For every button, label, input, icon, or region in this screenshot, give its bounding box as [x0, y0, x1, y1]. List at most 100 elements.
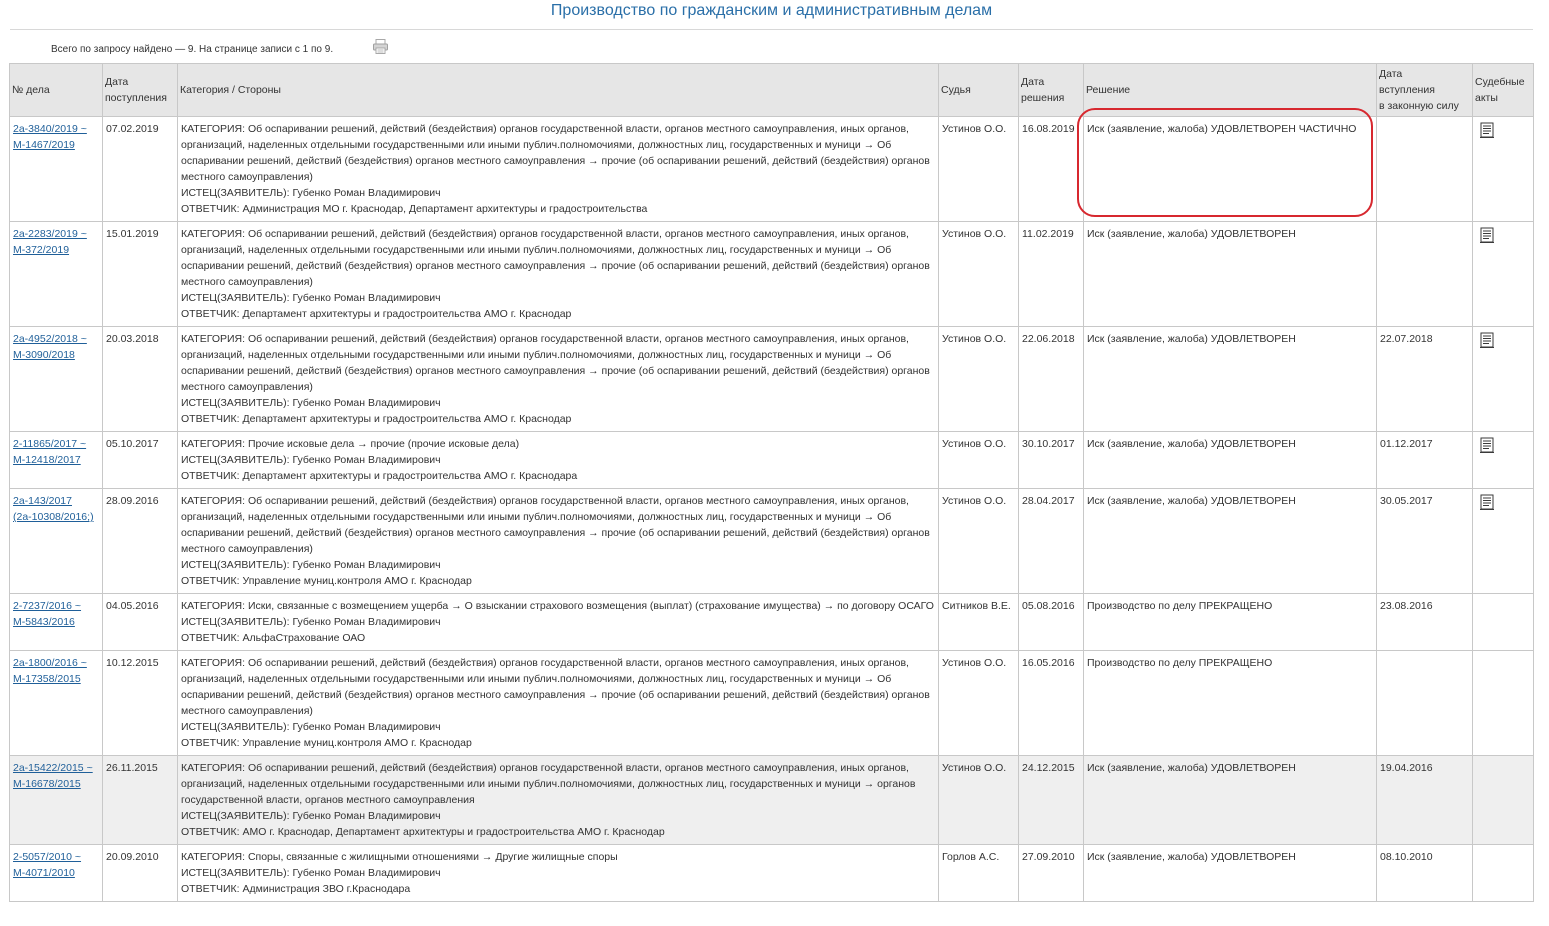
judge-cell: Устинов О.О.	[938, 116, 1019, 222]
col-judge: Судья	[938, 63, 1019, 117]
case-number-link[interactable]: 2а-143/2017 (2а-10308/2016;)	[13, 495, 94, 523]
decision-date-cell: 16.05.2016	[1018, 650, 1084, 756]
plaintiff-text: ИСТЕЦ(ЗАЯВИТЕЛЬ): Губенко Роман Владимир…	[181, 187, 441, 199]
document-icon[interactable]	[1479, 227, 1495, 243]
case-number-cell: 2-7237/2016 ~ М-5843/2016	[9, 593, 103, 651]
table-row: 2а-2283/2019 ~ М-372/2019 15.01.2019 КАТЕГО…	[9, 221, 1534, 327]
category-cell: КАТЕГОРИЯ: Об оспаривании решений, дейст…	[177, 326, 939, 432]
date-received-cell: 05.10.2017	[102, 431, 178, 489]
decision-cell: Иск (заявление, жалоба) УДОВЛЕТВОРЕН	[1083, 431, 1377, 489]
judge-cell: Горлов А.С.	[938, 844, 1019, 902]
judge-cell: Устинов О.О.	[938, 326, 1019, 432]
case-number-link[interactable]: 2а-3840/2019 ~ М-1467/2019	[13, 123, 87, 151]
category-cell: КАТЕГОРИЯ: Иски, связанные с возмещением…	[177, 593, 939, 651]
decision-date-cell: 30.10.2017	[1018, 431, 1084, 489]
decision-cell: Производство по делу ПРЕКРАЩЕНО	[1083, 650, 1377, 756]
case-number-link[interactable]: 2-7237/2016 ~ М-5843/2016	[13, 600, 81, 628]
document-icon[interactable]	[1479, 122, 1495, 138]
col-date-received: Дата поступления	[102, 63, 178, 117]
category-cell: КАТЕГОРИЯ: Об оспаривании решений, дейст…	[177, 650, 939, 756]
table-row: 2-11865/2017 ~ М-12418/2017 05.10.2017 КАТЕ…	[9, 431, 1534, 489]
defendant-text: ОТВЕТЧИК: АльфаСтрахование ОАО	[181, 632, 366, 644]
case-number-link[interactable]: 2-11865/2017 ~ М-12418/2017	[13, 438, 86, 466]
category-cell: КАТЕГОРИЯ: Споры, связанные с жилищными …	[177, 844, 939, 902]
defendant-text: ОТВЕТЧИК: Администрация ЗВО г.Краснодара	[181, 883, 411, 895]
table-row: 2а-1800/2016 ~ М-17358/2015 10.12.2015 КАТЕ…	[9, 650, 1534, 756]
effective-date-cell: 01.12.2017	[1376, 431, 1473, 489]
table-header-row: № дела Дата поступления Категория / Сторо…	[9, 63, 1534, 117]
defendant-text: ОТВЕТЧИК: Администрация МО г. Краснодар,…	[181, 203, 648, 215]
category-text: КАТЕГОРИЯ: Об оспаривании решений, дейст…	[181, 123, 930, 183]
effective-date-cell	[1376, 116, 1473, 222]
document-icon[interactable]	[1479, 437, 1495, 453]
court-acts-cell	[1472, 431, 1534, 489]
defendant-text: ОТВЕТЧИК: Управление муниц.контроля АМО …	[181, 737, 472, 749]
table-row: 2-5057/2010 ~ М-4071/2010 20.09.2010 КАТЕГО…	[9, 844, 1534, 902]
category-text: КАТЕГОРИЯ: Об оспаривании решений, дейст…	[181, 228, 930, 288]
decision-date-cell: 28.04.2017	[1018, 488, 1084, 594]
judge-cell: Ситников В.Е.	[938, 593, 1019, 651]
decision-date-cell: 27.09.2010	[1018, 844, 1084, 902]
case-number-cell: 2а-1800/2016 ~ М-17358/2015	[9, 650, 103, 756]
category-cell: КАТЕГОРИЯ: Об оспаривании решений, дейст…	[177, 116, 939, 222]
printer-icon[interactable]	[372, 38, 389, 55]
case-number-cell: 2а-2283/2019 ~ М-372/2019	[9, 221, 103, 327]
judge-cell: Устинов О.О.	[938, 755, 1019, 845]
category-text: КАТЕГОРИЯ: Об оспаривании решений, дейст…	[181, 495, 930, 555]
court-acts-cell	[1472, 116, 1534, 222]
defendant-text: ОТВЕТЧИК: Департамент архитектуры и град…	[181, 413, 572, 425]
defendant-text: ОТВЕТЧИК: АМО г. Краснодар, Департамент …	[181, 826, 665, 838]
date-received-cell: 07.02.2019	[102, 116, 178, 222]
court-acts-cell	[1472, 326, 1534, 432]
cases-table: № дела Дата поступления Категория / Сторо…	[9, 63, 1534, 902]
defendant-text: ОТВЕТЧИК: Департамент архитектуры и град…	[181, 308, 572, 320]
decision-cell: Иск (заявление, жалоба) УДОВЛЕТВОРЕН	[1083, 844, 1377, 902]
case-number-link[interactable]: 2а-4952/2018 ~ М-3090/2018	[13, 333, 87, 361]
decision-cell: Иск (заявление, жалоба) УДОВЛЕТВОРЕН	[1083, 488, 1377, 594]
category-text: КАТЕГОРИЯ: Иски, связанные с возмещением…	[181, 600, 934, 612]
decision-cell: Производство по делу ПРЕКРАЩЕНО	[1083, 593, 1377, 651]
plaintiff-text: ИСТЕЦ(ЗАЯВИТЕЛЬ): Губенко Роман Владимир…	[181, 867, 441, 879]
case-number-cell: 2-5057/2010 ~ М-4071/2010	[9, 844, 103, 902]
document-icon[interactable]	[1479, 494, 1495, 510]
effective-date-cell	[1376, 650, 1473, 756]
date-received-cell: 10.12.2015	[102, 650, 178, 756]
date-received-cell: 26.11.2015	[102, 755, 178, 845]
case-number-link[interactable]: 2а-15422/2015 ~ М-16678/2015	[13, 762, 93, 790]
category-cell: КАТЕГОРИЯ: Прочие исковые дела → прочие …	[177, 431, 939, 489]
defendant-text: ОТВЕТЧИК: Управление муниц.контроля АМО …	[181, 575, 472, 587]
date-received-cell: 20.09.2010	[102, 844, 178, 902]
category-text: КАТЕГОРИЯ: Об оспаривании решений, дейст…	[181, 762, 916, 806]
case-number-cell: 2а-15422/2015 ~ М-16678/2015	[9, 755, 103, 845]
court-acts-cell	[1472, 488, 1534, 594]
decision-date-cell: 11.02.2019	[1018, 221, 1084, 327]
results-summary: Всего по запросу найдено — 9. На страниц…	[51, 44, 334, 55]
case-number-link[interactable]: 2а-1800/2016 ~ М-17358/2015	[13, 657, 87, 685]
decision-cell: Иск (заявление, жалоба) УДОВЛЕТВОРЕН	[1083, 221, 1377, 327]
category-text: КАТЕГОРИЯ: Об оспаривании решений, дейст…	[181, 333, 930, 393]
court-acts-cell	[1472, 593, 1534, 651]
category-cell: КАТЕГОРИЯ: Об оспаривании решений, дейст…	[177, 221, 939, 327]
table-row: 2а-143/2017 (2а-10308/2016;) 28.09.2016 КАТ…	[9, 488, 1534, 594]
case-number-link[interactable]: 2-5057/2010 ~ М-4071/2010	[13, 851, 81, 879]
effective-date-cell: 19.04.2016	[1376, 755, 1473, 845]
case-number-link[interactable]: 2а-2283/2019 ~ М-372/2019	[13, 228, 87, 256]
title-divider	[10, 29, 1533, 30]
document-icon[interactable]	[1479, 332, 1495, 348]
category-cell: КАТЕГОРИЯ: Об оспаривании решений, дейст…	[177, 488, 939, 594]
plaintiff-text: ИСТЕЦ(ЗАЯВИТЕЛЬ): Губенко Роман Владимир…	[181, 397, 441, 409]
col-decision-date: Дата решения	[1018, 63, 1084, 117]
plaintiff-text: ИСТЕЦ(ЗАЯВИТЕЛЬ): Губенко Роман Владимир…	[181, 616, 441, 628]
col-court-acts: Судебные акты	[1472, 63, 1534, 117]
effective-date-cell: 30.05.2017	[1376, 488, 1473, 594]
category-text: КАТЕГОРИЯ: Прочие исковые дела → прочие …	[181, 438, 520, 450]
decision-date-cell: 24.12.2015	[1018, 755, 1084, 845]
plaintiff-text: ИСТЕЦ(ЗАЯВИТЕЛЬ): Губенко Роман Владимир…	[181, 454, 441, 466]
col-decision: Решение	[1083, 63, 1377, 117]
effective-date-cell	[1376, 221, 1473, 327]
effective-date-cell: 23.08.2016	[1376, 593, 1473, 651]
court-acts-cell	[1472, 844, 1534, 902]
court-acts-cell	[1472, 755, 1534, 845]
table-row: 2а-4952/2018 ~ М-3090/2018 20.03.2018 КАТЕГ…	[9, 326, 1534, 432]
court-acts-cell	[1472, 650, 1534, 756]
